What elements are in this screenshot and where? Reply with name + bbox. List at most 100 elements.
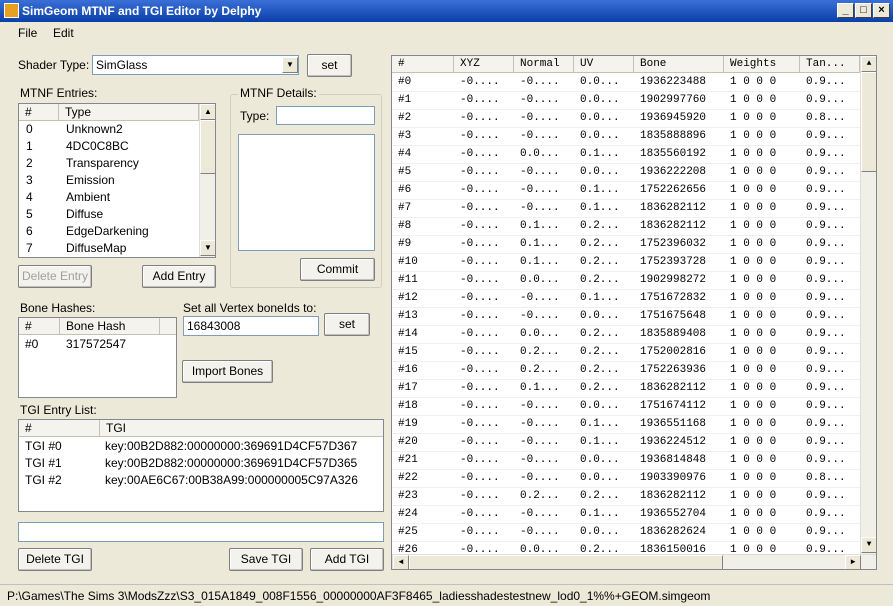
column-header-3[interactable]: UV — [574, 56, 634, 73]
bone-hashes-list[interactable]: # Bone Hash #0 317572547 — [18, 317, 177, 398]
grid-cell: #7 — [398, 202, 412, 214]
table-row[interactable]: #17 -0.... 0.1... 0.2... 1836282112 1 0 0 0 0.… — [392, 380, 860, 398]
table-row[interactable]: #14 -0.... 0.0... 0.2... 1835889408 1 0 0 0 0.… — [392, 326, 860, 344]
scroll-up-icon[interactable]: ▲ — [861, 56, 876, 72]
grid-vertical-scrollbar[interactable]: ▲ ▼ — [860, 56, 876, 554]
grid-horizontal-scrollbar[interactable]: ◄ ► — [392, 554, 876, 569]
grid-cell: #8 — [398, 220, 412, 232]
column-header-type[interactable]: Type — [59, 104, 199, 121]
list-item[interactable]: 4 Ambient — [19, 189, 199, 206]
column-header-0[interactable]: # — [392, 56, 454, 73]
table-row[interactable]: #16 -0.... 0.2... 0.2... 1752263936 1 0 0 0 0.… — [392, 362, 860, 380]
vertex-data-grid[interactable]: # XYZ Normal UV Bone Weights Tan... #0 -0.... -0… — [391, 55, 877, 570]
table-row[interactable]: #11 -0.... 0.0... 0.2... 1902998272 1 0 0 0 0.… — [392, 272, 860, 290]
delete-entry-button[interactable]: Delete Entry — [18, 265, 92, 288]
type-input[interactable] — [276, 106, 375, 125]
table-row[interactable]: #21 -0.... -0.... 0.0... 1936814848 1 0 0 0 0.… — [392, 452, 860, 470]
table-row[interactable]: TGI #2 key:00AE6C67:00B38A99:000000005C97… — [19, 472, 383, 489]
table-row[interactable]: #6 -0.... -0.... 0.1... 1752262656 1 0 0 0 0.9… — [392, 182, 860, 200]
scroll-down-icon[interactable]: ▼ — [861, 537, 876, 553]
grid-cell: 1 0 0 0 — [730, 490, 777, 502]
table-row[interactable]: #13 -0.... -0.... 0.0... 1751675648 1 0 0 0 0.… — [392, 308, 860, 326]
details-textarea[interactable] — [238, 134, 375, 251]
table-row[interactable]: #20 -0.... -0.... 0.1... 1936224512 1 0 0 0 0.… — [392, 434, 860, 452]
grid-cell: 1752002816 — [640, 346, 707, 358]
table-row[interactable]: #19 -0.... -0.... 0.1... 1936551168 1 0 0 0 0.… — [392, 416, 860, 434]
tgi-input[interactable] — [18, 522, 384, 542]
table-row[interactable]: #22 -0.... -0.... 0.0... 1903390976 1 0 0 0 0.… — [392, 470, 860, 488]
menu-edit[interactable]: Edit — [53, 26, 74, 40]
mtnf-entries-list[interactable]: # Type 0 Unknown2 1 4DC0C8BC 2 Transparency 3 E… — [18, 103, 216, 258]
scroll-right-icon[interactable]: ► — [845, 555, 861, 569]
table-row[interactable]: #3 -0.... -0.... 0.0... 1835888896 1 0 0 0 0.9… — [392, 128, 860, 146]
scroll-thumb[interactable] — [861, 72, 876, 172]
grid-cell: #25 — [398, 526, 418, 538]
close-button[interactable]: × — [873, 3, 890, 18]
tgi-entry-list[interactable]: # TGI TGI #0 key:00B2D882:00000000:369691… — [18, 419, 384, 512]
list-item[interactable]: 2 Transparency — [19, 155, 199, 172]
column-header-tgi[interactable]: TGI — [100, 420, 383, 437]
column-header-2[interactable]: Normal — [514, 56, 574, 73]
table-row[interactable]: #24 -0.... -0.... 0.1... 1936552704 1 0 0 0 0.… — [392, 506, 860, 524]
shader-set-button[interactable]: set — [307, 54, 352, 77]
table-row[interactable]: #12 -0.... -0.... 0.1... 1751672832 1 0 0 0 0.… — [392, 290, 860, 308]
column-header-4[interactable]: Bone — [634, 56, 724, 73]
shader-type-select[interactable]: SimGlass ▼ — [92, 55, 299, 75]
minimize-button[interactable]: _ — [837, 3, 854, 18]
vertex-boneids-input[interactable]: 16843008 — [183, 316, 319, 336]
add-entry-button[interactable]: Add Entry — [142, 265, 216, 288]
chevron-down-icon[interactable]: ▼ — [282, 57, 298, 73]
table-row[interactable]: #23 -0.... 0.2... 0.2... 1836282112 1 0 0 0 0.… — [392, 488, 860, 506]
scroll-up-icon[interactable]: ▲ — [200, 104, 215, 120]
grid-cell: 1 0 0 0 — [730, 220, 777, 232]
table-row[interactable]: #25 -0.... -0.... 0.0... 1836282624 1 0 0 0 0.… — [392, 524, 860, 542]
table-row[interactable]: #5 -0.... -0.... 0.0... 1936222208 1 0 0 0 0.9… — [392, 164, 860, 182]
scroll-thumb[interactable] — [409, 555, 723, 569]
table-row[interactable]: #7 -0.... -0.... 0.1... 1836282112 1 0 0 0 0.9… — [392, 200, 860, 218]
table-row[interactable]: #18 -0.... -0.... 0.0... 1751674112 1 0 0 0 0.… — [392, 398, 860, 416]
table-row[interactable]: #10 -0.... 0.1... 0.2... 1752393728 1 0 0 0 0.… — [392, 254, 860, 272]
table-row[interactable]: #1 -0.... -0.... 0.0... 1902997760 1 0 0 0 0.9… — [392, 92, 860, 110]
grid-cell: -0.... — [520, 130, 560, 142]
grid-cell: 1 0 0 0 — [730, 508, 777, 520]
table-row[interactable]: #0 -0.... -0.... 0.0... 1936223488 1 0 0 0 0.9… — [392, 74, 860, 92]
import-bones-button[interactable]: Import Bones — [182, 360, 273, 383]
delete-tgi-button[interactable]: Delete TGI — [18, 548, 92, 571]
table-row[interactable]: #15 -0.... 0.2... 0.2... 1752002816 1 0 0 0 0.… — [392, 344, 860, 362]
table-row[interactable]: #4 -0.... 0.0... 0.1... 1835560192 1 0 0 0 0.9… — [392, 146, 860, 164]
scroll-left-icon[interactable]: ◄ — [393, 555, 409, 569]
scroll-down-icon[interactable]: ▼ — [200, 240, 215, 256]
add-tgi-button[interactable]: Add TGI — [310, 548, 384, 571]
table-row[interactable]: TGI #1 key:00B2D882:00000000:369691D4CF57… — [19, 455, 383, 472]
commit-button[interactable]: Commit — [300, 258, 375, 281]
grid-cell: #24 — [398, 508, 418, 520]
table-row[interactable]: #8 -0.... 0.1... 0.2... 1836282112 1 0 0 0 0.9… — [392, 218, 860, 236]
list-item[interactable]: 1 4DC0C8BC — [19, 138, 199, 155]
column-header-1[interactable]: XYZ — [454, 56, 514, 73]
column-header-bone-hash[interactable]: Bone Hash — [60, 318, 160, 335]
save-tgi-button[interactable]: Save TGI — [229, 548, 303, 571]
list-item[interactable]: 6 EdgeDarkening — [19, 223, 199, 240]
grid-cell: 1 0 0 0 — [730, 382, 777, 394]
table-row[interactable]: #2 -0.... -0.... 0.0... 1936945920 1 0 0 0 0.8… — [392, 110, 860, 128]
column-header-5[interactable]: Weights — [724, 56, 800, 73]
table-row[interactable]: #9 -0.... 0.1... 0.2... 1752396032 1 0 0 0 0.9… — [392, 236, 860, 254]
maximize-button[interactable]: □ — [855, 3, 872, 18]
title-bar[interactable]: SimGeom MTNF and TGI Editor by Delphy _ … — [0, 0, 893, 22]
list-item[interactable]: 3 Emission — [19, 172, 199, 189]
grid-cell: 1 0 0 0 — [730, 202, 777, 214]
mtnf-scrollbar[interactable]: ▲ ▼ — [199, 104, 215, 257]
grid-cell: 1751675648 — [640, 310, 707, 322]
vertex-boneids-set-button[interactable]: set — [324, 313, 370, 336]
column-header-index[interactable]: # — [19, 420, 100, 437]
column-header-6[interactable]: Tan... — [800, 56, 860, 73]
column-header-index[interactable]: # — [19, 318, 60, 335]
column-header-index[interactable]: # — [19, 104, 59, 121]
list-item[interactable]: 0 Unknown2 — [19, 121, 199, 138]
list-item[interactable]: 7 DiffuseMap — [19, 240, 199, 257]
grid-cell: 0.0... — [580, 310, 620, 322]
list-item[interactable]: 5 Diffuse — [19, 206, 199, 223]
menu-file[interactable]: File — [18, 26, 37, 40]
scroll-thumb[interactable] — [200, 120, 215, 174]
table-row[interactable]: TGI #0 key:00B2D882:00000000:369691D4CF57… — [19, 438, 383, 455]
